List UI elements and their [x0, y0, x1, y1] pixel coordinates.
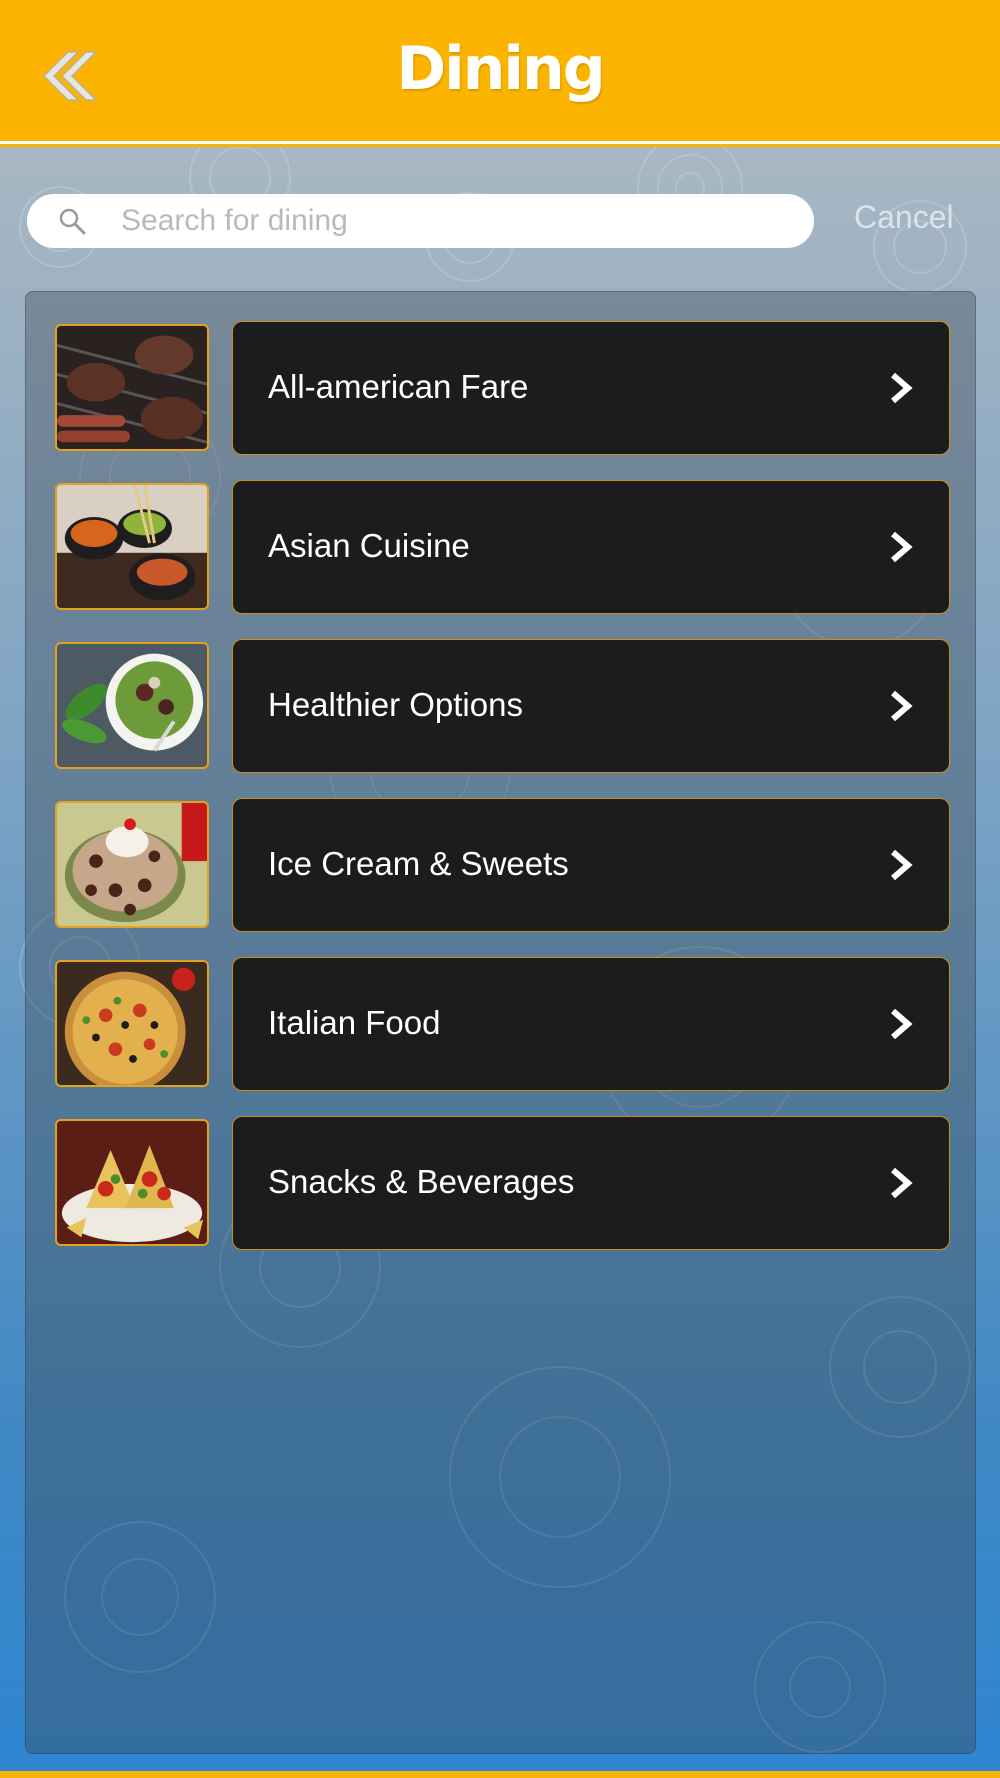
category-label: Snacks & Beverages — [268, 1163, 575, 1200]
bottom-bar — [0, 1771, 1000, 1778]
all-american-fare-thumbnail — [55, 324, 209, 451]
category-list: All-american Fare Asian Cuisine Healthie… — [25, 291, 976, 1754]
category-button-snacks-beverages[interactable]: Snacks & Beverages — [232, 1116, 950, 1250]
chevron-right-icon — [891, 1008, 913, 1040]
chevron-right-icon — [891, 372, 913, 404]
category-button-ice-cream-sweets[interactable]: Ice Cream & Sweets — [232, 798, 950, 932]
ice-cream-sweets-thumbnail — [55, 801, 209, 928]
category-label: Ice Cream & Sweets — [268, 845, 569, 882]
list-item: Healthier Options — [26, 639, 977, 773]
cancel-button[interactable]: Cancel — [854, 199, 954, 236]
search-icon — [59, 208, 86, 235]
page-title: Dining — [396, 34, 605, 104]
category-button-asian-cuisine[interactable]: Asian Cuisine — [232, 480, 950, 614]
category-label: Italian Food — [268, 1004, 441, 1041]
category-button-italian-food[interactable]: Italian Food — [232, 957, 950, 1091]
list-item: Ice Cream & Sweets — [26, 798, 977, 932]
category-button-all-american-fare[interactable]: All-american Fare — [232, 321, 950, 455]
category-button-healthier-options[interactable]: Healthier Options — [232, 639, 950, 773]
healthier-options-thumbnail — [55, 642, 209, 769]
chevron-right-icon — [891, 1167, 913, 1199]
search-bar[interactable] — [27, 194, 814, 248]
list-item: All-american Fare — [26, 321, 977, 455]
asian-cuisine-thumbnail — [55, 483, 209, 610]
chevron-right-icon — [891, 849, 913, 881]
list-item: Snacks & Beverages — [26, 1116, 977, 1250]
snacks-beverages-thumbnail — [55, 1119, 209, 1246]
list-item: Italian Food — [26, 957, 977, 1091]
list-item: Asian Cuisine — [26, 480, 977, 614]
chevron-right-icon — [891, 531, 913, 563]
search-input[interactable] — [121, 200, 791, 242]
category-label: All-american Fare — [268, 368, 529, 405]
category-label: Asian Cuisine — [268, 527, 470, 564]
content-area: Cancel All-american Fare — [0, 147, 1000, 1771]
italian-food-thumbnail — [55, 960, 209, 1087]
chevron-right-icon — [891, 690, 913, 722]
app-header: Dining — [0, 0, 1000, 144]
category-label: Healthier Options — [268, 686, 523, 723]
